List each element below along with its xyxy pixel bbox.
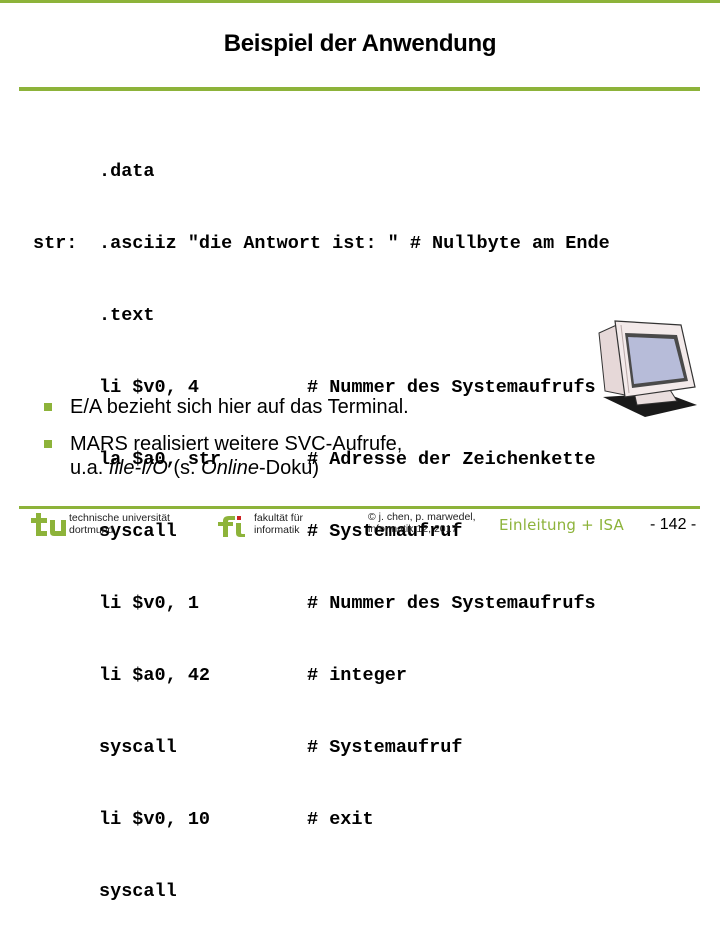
bullet-text-italic: file-I/O — [108, 457, 168, 479]
crt-monitor-icon — [598, 320, 697, 417]
footer-rule — [19, 506, 700, 509]
code-line: li $v0, 10 # exit — [33, 808, 610, 832]
code-instruction: syscall — [99, 737, 177, 758]
bullet-square-icon — [44, 403, 52, 411]
bullet-item: E/A bezieht sich hier auf das Terminal. — [44, 395, 409, 419]
faculty-line1: fakultät für — [254, 512, 304, 524]
code-instruction: .text — [99, 305, 155, 326]
code-instruction: .asciiz "die Antwort ist: " # Nullbyte a… — [99, 233, 610, 254]
tu-logo-icon — [31, 513, 66, 536]
bullet-text: (s. — [167, 457, 202, 479]
code-comment: # integer — [307, 665, 407, 686]
copyright-line2: informatik 12, 2017 — [368, 523, 458, 535]
code-line: syscall # Systemaufruf — [33, 736, 610, 760]
fi-logo-icon — [218, 516, 245, 537]
code-comment: # Systemaufruf — [307, 737, 463, 758]
code-line: str: .asciiz "die Antwort ist: " # Nullby… — [33, 232, 610, 256]
code-comment: # Nummer des Systemaufrufs — [307, 593, 596, 614]
code-line: syscall — [33, 880, 610, 904]
copyright: © j. chen, p. marwedel, informatik 12, 2… — [368, 511, 476, 535]
code-instruction: li $a0, 42 — [99, 665, 211, 686]
faculty-name: fakultät für informatik — [254, 512, 303, 536]
bullet-list: E/A bezieht sich hier auf das Terminal. … — [44, 395, 409, 493]
bullet-item: MARS realisiert weitere SVC-Aufrufe, u.a… — [44, 432, 409, 480]
bullet-text: -Doku) — [258, 457, 319, 479]
code-instruction: .data — [99, 161, 155, 182]
lecture-title: Einleitung + ISA — [499, 516, 624, 534]
top-accent-bar — [0, 0, 720, 3]
code-line: li $v0, 1 # Nummer des Systemaufrufs — [33, 592, 610, 616]
code-instruction: li $v0, 10 — [99, 809, 211, 830]
bullet-text: MARS realisiert weitere SVC-Aufrufe, — [70, 433, 403, 455]
faculty-line2: informatik — [254, 524, 300, 536]
university-name: technische universität dortmund — [69, 512, 170, 536]
university-line2: dortmund — [69, 524, 114, 536]
code-instruction: li $v0, 1 — [99, 593, 199, 614]
code-comment: # exit — [307, 809, 374, 830]
code-line: .text — [33, 304, 610, 328]
code-line: li $a0, 42 # integer — [33, 664, 610, 688]
slide-title: Beispiel der Anwendung — [223, 30, 497, 57]
university-line1: technische universität — [69, 512, 170, 524]
page-number: - 142 - — [650, 516, 697, 533]
bullet-text: u.a. — [70, 457, 109, 479]
copyright-line1: © j. chen, p. marwedel, — [368, 511, 476, 523]
code-line: .data — [33, 160, 610, 184]
bullet-text: E/A bezieht sich hier auf das Terminal. — [70, 396, 409, 418]
bullet-text-italic: Online — [201, 457, 259, 479]
bullet-square-icon — [44, 440, 52, 448]
title-underline — [19, 87, 700, 91]
code-instruction: syscall — [99, 881, 177, 902]
code-label: str: — [33, 233, 78, 254]
